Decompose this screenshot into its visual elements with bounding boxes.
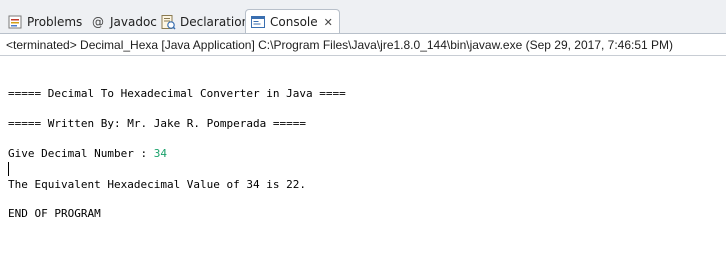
console-user-input: 34 xyxy=(153,147,167,160)
console-result-line: The Equivalent Hexadecimal Value of 34 i… xyxy=(8,178,307,191)
view-tab-bar: Problems @ Javadoc Declaration Console ✕ xyxy=(0,0,726,34)
tab-bar-divider xyxy=(0,33,726,34)
problems-icon xyxy=(7,14,23,30)
declaration-icon xyxy=(160,14,176,30)
console-prompt: Give Decimal Number : xyxy=(8,147,154,160)
console-header-line: ===== Decimal To Hexadecimal Converter i… xyxy=(8,87,346,100)
launch-status: <terminated> Decimal_Hexa [Java Applicat… xyxy=(6,38,674,52)
tab-javadoc-label: Javadoc xyxy=(110,15,157,29)
tab-problems[interactable]: Problems xyxy=(7,10,82,34)
tab-declaration-label: Declaration xyxy=(180,15,250,29)
status-divider xyxy=(0,55,726,56)
console-end-line: END OF PROGRAM xyxy=(8,207,101,220)
javadoc-at-icon: @ xyxy=(92,15,104,29)
console-author-line: ===== Written By: Mr. Jake R. Pomperada … xyxy=(8,117,307,130)
tab-console-label: Console xyxy=(270,15,318,29)
close-icon[interactable]: ✕ xyxy=(324,16,333,29)
console-icon xyxy=(250,14,266,30)
console-prompt-line: Give Decimal Number : 34 xyxy=(8,146,167,161)
tab-console[interactable]: Console ✕ xyxy=(245,9,340,34)
tab-javadoc[interactable]: @ Javadoc xyxy=(90,10,157,34)
text-caret xyxy=(8,162,9,176)
tab-problems-label: Problems xyxy=(27,15,83,29)
tab-declaration[interactable]: Declaration xyxy=(160,10,249,34)
